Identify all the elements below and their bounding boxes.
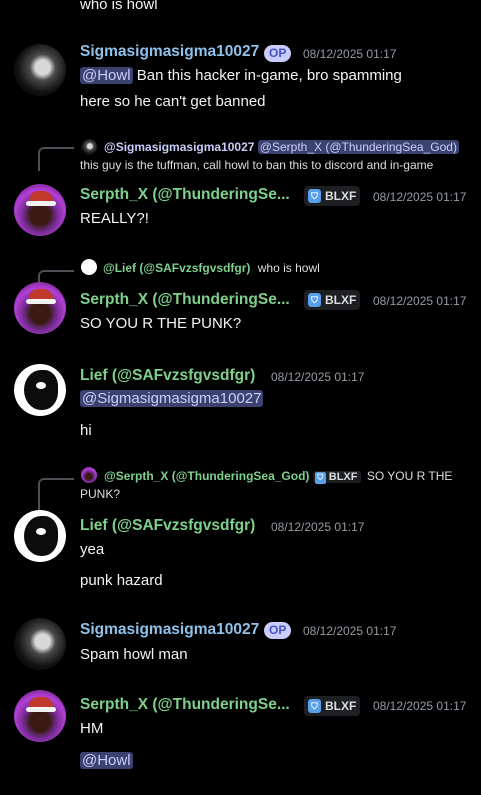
reply-header[interactable]: @Sigmasigmasigma10027 @Serpth_X (@Thunde… bbox=[104, 140, 459, 154]
message-text: SO YOU R THE PUNK? bbox=[80, 315, 242, 332]
user-mention[interactable]: @Sigmasigmasigma10027 bbox=[80, 390, 264, 407]
reply-author: @Sigmasigmasigma10027 bbox=[104, 140, 255, 154]
user-mention[interactable]: @Howl bbox=[80, 67, 133, 84]
avatar[interactable] bbox=[14, 282, 66, 334]
message-text: @Sigmasigmasigma10027 bbox=[80, 390, 264, 407]
author-name[interactable]: Lief (@SAFvzsfgvsdfgr) bbox=[80, 367, 255, 385]
reply-line bbox=[38, 478, 74, 510]
message-text: who is howl bbox=[80, 0, 158, 13]
server-tag[interactable]: ⛉ BLXF bbox=[304, 696, 361, 716]
shield-badge-icon: ⛉ bbox=[308, 189, 321, 203]
reply-mention: @Serpth_X (@ThunderingSea_God) bbox=[257, 140, 459, 154]
reply-server-tag: ⛉ BLXF bbox=[312, 471, 361, 484]
reply-header[interactable]: @Serpth_X (@ThunderingSea_God) ⛉ BLXF SO … bbox=[104, 469, 453, 484]
message-text: here so he can't get banned bbox=[80, 93, 266, 110]
timestamp: 08/12/2025 01:17 bbox=[373, 294, 467, 308]
message-text: @Howl bbox=[80, 752, 133, 769]
message-text: HM bbox=[80, 720, 104, 737]
timestamp: 08/12/2025 01:17 bbox=[373, 190, 467, 204]
author-name[interactable]: Sigmasigmasigma10027 bbox=[80, 43, 259, 61]
reply-header[interactable]: @Lief (@SAFvzsfgvsdfgr) who is howl bbox=[103, 261, 320, 275]
reply-avatar bbox=[81, 259, 97, 275]
timestamp: 08/12/2025 01:17 bbox=[303, 624, 397, 638]
shield-badge-icon: ⛉ bbox=[308, 293, 321, 307]
avatar[interactable] bbox=[14, 184, 66, 236]
shield-badge-icon: ⛉ bbox=[308, 699, 321, 713]
server-tag[interactable]: ⛉ BLXF bbox=[304, 186, 361, 206]
message-text: punk hazard bbox=[80, 572, 163, 589]
avatar[interactable] bbox=[14, 618, 66, 670]
message-text: Spam howl man bbox=[80, 646, 188, 663]
reply-preview: who is howl bbox=[257, 261, 320, 275]
reply-avatar bbox=[81, 467, 97, 483]
avatar[interactable] bbox=[14, 510, 66, 562]
server-tag[interactable]: ⛉ BLXF bbox=[304, 290, 361, 310]
reply-preview[interactable]: this guy is the tuffman, call howl to ba… bbox=[80, 158, 433, 172]
reply-avatar bbox=[81, 139, 97, 155]
timestamp: 08/12/2025 01:17 bbox=[271, 370, 365, 384]
message-text: @Howl Ban this hacker in-game, bro spamm… bbox=[80, 67, 402, 84]
avatar[interactable] bbox=[14, 690, 66, 742]
shield-badge-icon: ⛉ bbox=[314, 472, 326, 484]
reply-preview: SO YOU R THE bbox=[366, 469, 453, 483]
message-text: REALLY?! bbox=[80, 210, 149, 227]
author-name[interactable]: Serpth_X (@ThunderingSe... bbox=[80, 186, 298, 204]
author-name[interactable]: Serpth_X (@ThunderingSe... bbox=[80, 291, 298, 309]
op-badge: OP bbox=[264, 45, 292, 62]
timestamp: 08/12/2025 01:17 bbox=[271, 520, 365, 534]
message-text: hi bbox=[80, 422, 92, 439]
reply-preview[interactable]: PUNK? bbox=[80, 487, 120, 501]
reply-author: @Lief (@SAFvzsfgvsdfgr) bbox=[103, 261, 251, 275]
reply-author: @Serpth_X (@ThunderingSea_God) bbox=[104, 469, 310, 483]
author-name[interactable]: Serpth_X (@ThunderingSe... bbox=[80, 696, 298, 714]
reply-line bbox=[38, 147, 74, 171]
timestamp: 08/12/2025 01:17 bbox=[373, 699, 467, 713]
message-text: yea bbox=[80, 541, 105, 558]
op-badge: OP bbox=[264, 622, 292, 639]
avatar[interactable] bbox=[14, 364, 66, 416]
timestamp: 08/12/2025 01:17 bbox=[303, 47, 397, 61]
avatar[interactable] bbox=[14, 44, 66, 96]
user-mention[interactable]: @Howl bbox=[80, 752, 133, 769]
author-name[interactable]: Lief (@SAFvzsfgvsdfgr) bbox=[80, 517, 255, 535]
author-name[interactable]: Sigmasigmasigma10027 bbox=[80, 621, 259, 639]
